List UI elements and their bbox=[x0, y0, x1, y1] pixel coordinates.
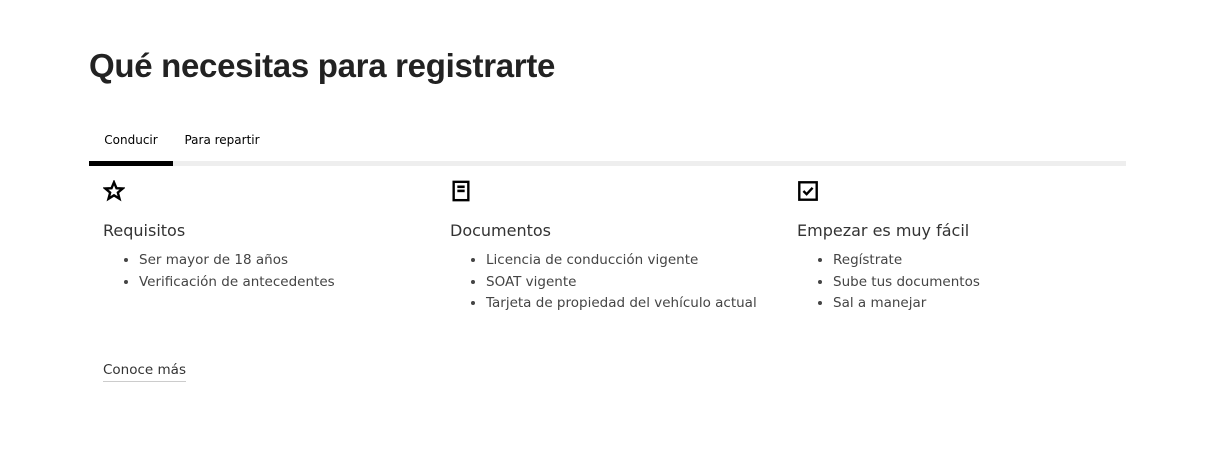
getting-started-section: Empezar es muy fácil Regístrate Sube tus… bbox=[797, 180, 1127, 315]
list-item: Tarjeta de propiedad del vehículo actual bbox=[486, 293, 780, 315]
tab-bar: Conducir Para repartir bbox=[89, 116, 1126, 166]
tab-para-repartir[interactable]: Para repartir bbox=[173, 116, 271, 166]
page: Qué necesitas para registrarte Conducir … bbox=[0, 0, 1220, 455]
star-icon bbox=[103, 180, 433, 202]
tab-conducir[interactable]: Conducir bbox=[89, 116, 173, 166]
page-title: Qué necesitas para registrarte bbox=[89, 47, 556, 84]
requirements-section: Requisitos Ser mayor de 18 años Verifica… bbox=[103, 180, 433, 293]
list-item: Sal a manejar bbox=[833, 293, 1127, 315]
list-item: SOAT vigente bbox=[486, 272, 780, 294]
documents-section: Documentos Licencia de conducción vigent… bbox=[450, 180, 780, 315]
list-item: Licencia de conducción vigente bbox=[486, 250, 780, 272]
list-item: Regístrate bbox=[833, 250, 1127, 272]
checkbox-icon bbox=[797, 180, 1127, 202]
requirements-list: Ser mayor de 18 años Verificación de ant… bbox=[103, 250, 433, 293]
documents-list: Licencia de conducción vigente SOAT vige… bbox=[450, 250, 780, 315]
learn-more-link[interactable]: Conoce más bbox=[103, 362, 186, 382]
document-icon bbox=[450, 180, 780, 202]
list-item: Sube tus documentos bbox=[833, 272, 1127, 294]
steps-list: Regístrate Sube tus documentos Sal a man… bbox=[797, 250, 1127, 315]
list-item: Ser mayor de 18 años bbox=[139, 250, 433, 272]
list-item: Verificación de antecedentes bbox=[139, 272, 433, 294]
section-title: Empezar es muy fácil bbox=[797, 221, 970, 240]
section-title: Requisitos bbox=[103, 221, 186, 240]
section-title: Documentos bbox=[450, 221, 552, 240]
